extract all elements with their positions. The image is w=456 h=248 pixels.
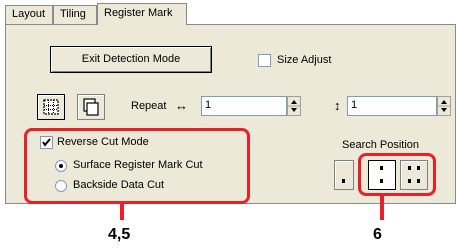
vertical-repeat-value: 1 [351,99,358,111]
vertical-repeat-input[interactable]: 1 [347,96,437,116]
mark-dot [342,179,345,183]
search-position-label: Search Position [342,139,420,151]
spinner-arrows-icon [288,100,300,112]
grid-layout-button[interactable] [37,94,65,120]
grid-layout-icon [43,99,59,115]
copy-layout-button[interactable] [77,94,105,120]
search-position-1-button[interactable] [334,160,354,190]
horizontal-repeat-value: 1 [205,99,212,111]
vertical-repeat-spinner[interactable] [437,96,451,116]
tab-tiling-label: Tiling [60,8,86,20]
repeat-label: Repeat [131,100,167,112]
spinner-arrows-icon [438,100,450,112]
horizontal-repeat-input[interactable]: 1 [201,96,287,116]
size-adjust-checkbox[interactable] [258,54,271,67]
tab-layout[interactable]: Layout [5,5,53,24]
callout-number: 4,5 [108,226,131,243]
tab-layout-label: Layout [12,8,46,20]
exit-detection-mode-label: Exit Detection Mode [81,53,181,65]
tab-tiling[interactable]: Tiling [53,5,97,24]
copy-layout-icon [83,98,99,116]
highlight-box-search-position [358,153,436,196]
size-adjust-label: Size Adjust [277,54,332,66]
vertical-arrow-icon: ↕ [334,98,341,113]
callout-number: 6 [373,226,382,243]
horizontal-repeat-spinner[interactable] [287,96,301,116]
callout-leader-line [380,196,384,220]
callout-leader-line [120,204,124,220]
highlight-box-reverse-cut [24,128,250,204]
tab-register-mark-label: Register Mark [104,7,173,19]
horizontal-arrow-icon: ↔ [175,98,188,113]
exit-detection-mode-button[interactable]: Exit Detection Mode [50,46,212,73]
tab-register-mark[interactable]: Register Mark [97,3,187,25]
